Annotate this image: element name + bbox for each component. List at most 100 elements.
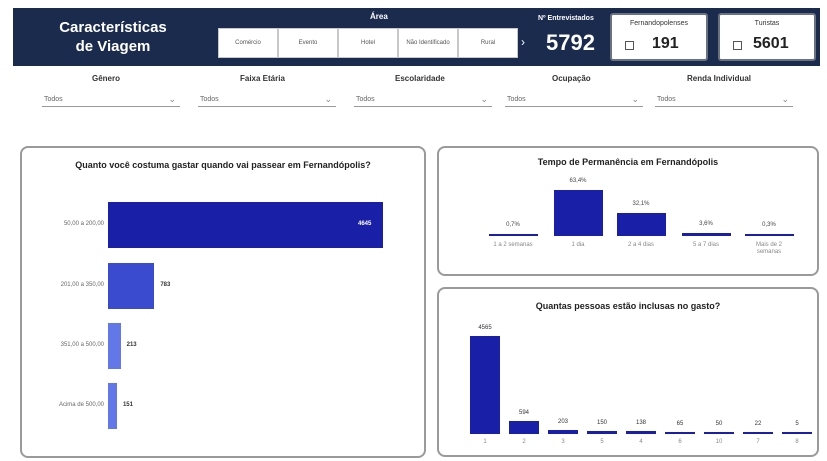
- bar: [548, 429, 578, 434]
- category-label: 50,00 a 200,00: [63, 221, 104, 227]
- data-label: 150: [596, 419, 607, 426]
- bar: [743, 432, 773, 434]
- filter-select-genero[interactable]: Todos ⌄: [42, 93, 180, 107]
- bar: [108, 323, 121, 369]
- filter-label-faixa-etaria: Faixa Etária: [240, 74, 285, 83]
- data-label: 594: [518, 410, 529, 417]
- filter-value: Todos: [657, 96, 676, 103]
- chevron-down-icon: ⌄: [324, 94, 332, 104]
- chevron-right-icon[interactable]: ›: [521, 35, 525, 49]
- entrevistados-value: 5792: [546, 30, 595, 55]
- bar: [509, 421, 539, 434]
- category-label: 5 a 7 dias: [692, 242, 720, 248]
- card-turistas: Turistas 5601: [718, 13, 816, 61]
- filter-label-genero: Gênero: [92, 74, 121, 83]
- category-label: 8: [795, 439, 799, 445]
- chevron-down-icon: ⌄: [631, 94, 639, 104]
- bar: [488, 234, 538, 236]
- category-label: 201,00 a 350,00: [60, 282, 104, 288]
- category-label: 1 dia: [571, 242, 585, 248]
- area-button-hotel[interactable]: Hotel: [338, 28, 398, 58]
- bar: [681, 233, 731, 236]
- filter-value: Todos: [507, 96, 526, 103]
- data-label: 203: [557, 418, 568, 425]
- category-label: Acima de 500,00: [58, 402, 104, 408]
- filter-select-renda-individual[interactable]: Todos ⌄: [655, 93, 793, 107]
- filter-value: Todos: [356, 96, 375, 103]
- data-label: 151: [122, 402, 133, 408]
- chevron-down-icon: ⌄: [781, 94, 789, 104]
- area-button-comercio[interactable]: Comércio: [218, 28, 278, 58]
- area-button-evento[interactable]: Evento: [278, 28, 338, 58]
- chevron-down-icon: ⌄: [480, 94, 488, 104]
- bar: [616, 212, 666, 236]
- card-fernandopolenses: Fernandopolenses 191: [610, 13, 708, 61]
- data-label: 0,3%: [762, 222, 776, 228]
- filter-label-escolaridade: Escolaridade: [395, 74, 445, 83]
- filter-select-faixa-etaria[interactable]: Todos ⌄: [198, 93, 336, 107]
- bar: [587, 430, 617, 434]
- data-label: 3,6%: [699, 221, 713, 228]
- checkbox-icon[interactable]: [625, 41, 634, 50]
- card-value: 5601: [753, 35, 789, 52]
- data-label: 63,4%: [569, 178, 587, 184]
- filter-value: Todos: [200, 96, 219, 103]
- filter-select-escolaridade[interactable]: Todos ⌄: [354, 93, 492, 107]
- category-label: 5: [600, 439, 604, 445]
- card-value: 191: [652, 35, 679, 52]
- data-label: 4645: [358, 221, 372, 227]
- data-label: 4565: [478, 325, 492, 331]
- chart-panel-tempo: Tempo de Permanência em Fernandópolis 0,…: [437, 146, 819, 276]
- category-label: 4: [639, 439, 643, 445]
- bar: [782, 432, 812, 434]
- chart-title: Quantas pessoas estão inclusas no gasto?: [535, 301, 721, 311]
- checkbox-icon[interactable]: [733, 41, 742, 50]
- data-label: 138: [635, 420, 646, 427]
- chart-panel-pessoas: Quantas pessoas estão inclusas no gasto?…: [437, 287, 819, 457]
- data-label: 783: [160, 282, 171, 288]
- category-label: 2: [522, 439, 526, 445]
- filter-value: Todos: [44, 96, 63, 103]
- area-button-rural[interactable]: Rural: [458, 28, 518, 58]
- bar: [744, 234, 794, 236]
- entrevistados-label: Nº Entrevistados: [538, 15, 594, 22]
- title-line-2: de Viagem: [75, 38, 151, 55]
- category-label: 7: [756, 439, 760, 445]
- card-label: Fernandopolenses: [630, 20, 688, 27]
- category-label: 1: [483, 439, 487, 445]
- data-label: 5: [795, 421, 799, 427]
- bar: [704, 432, 734, 434]
- bar: [108, 202, 383, 248]
- title-line-1: Características: [59, 19, 167, 36]
- area-label: Área: [370, 12, 388, 21]
- category-label: 10: [715, 439, 723, 445]
- category-label: 1 a 2 semanas: [493, 242, 533, 248]
- chart-title: Quanto você costuma gastar quando vai pa…: [75, 160, 371, 170]
- filter-label-ocupacao: Ocupação: [552, 74, 591, 83]
- filter-label-renda-individual: Renda Individual: [687, 74, 752, 83]
- category-label: 6: [678, 439, 682, 445]
- chart-panel-gasto: Quanto você costuma gastar quando vai pa…: [20, 146, 426, 458]
- bar: [470, 336, 500, 434]
- area-button-nao-identificado[interactable]: Não Identificado: [398, 28, 458, 58]
- card-label: Turistas: [754, 20, 780, 27]
- chart-title: Tempo de Permanência em Fernandópolis: [537, 157, 719, 167]
- bar: [108, 263, 155, 309]
- bar: [665, 432, 695, 434]
- header-bar: Características de Viagem Área Comércio …: [13, 8, 820, 66]
- data-label: 32,1%: [632, 200, 650, 207]
- chevron-down-icon: ⌄: [168, 94, 176, 104]
- filter-select-ocupacao[interactable]: Todos ⌄: [505, 93, 643, 107]
- bar: [108, 383, 117, 429]
- bar: [553, 190, 603, 236]
- data-label: 22: [754, 421, 762, 427]
- data-label: 0,7%: [506, 222, 520, 228]
- category-label: Mais de 2 semanas: [755, 242, 782, 255]
- category-label: 351,00 a 500,00: [60, 342, 104, 348]
- category-label: 2 a 4 dias: [627, 242, 655, 248]
- data-label: 65: [676, 421, 684, 427]
- data-label: 50: [715, 421, 723, 427]
- bar: [626, 431, 656, 434]
- page-title: Características de Viagem: [53, 18, 173, 56]
- data-label: 213: [126, 342, 137, 348]
